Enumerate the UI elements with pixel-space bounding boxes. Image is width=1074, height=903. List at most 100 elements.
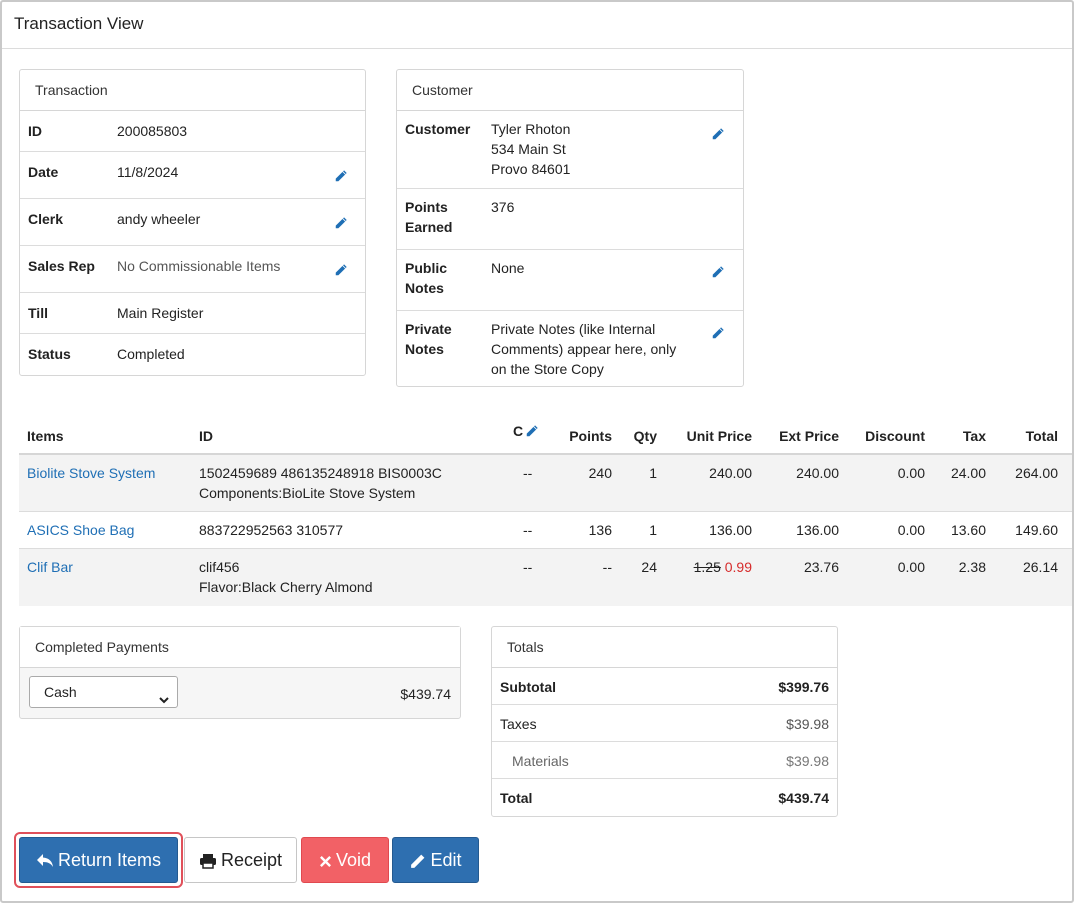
public-notes-value: None <box>491 260 525 276</box>
totals-row-subtotal: Subtotal $399.76 <box>492 668 837 705</box>
item-qty: 24 <box>641 559 657 575</box>
transaction-id-value: 200085803 <box>117 123 188 139</box>
item-points: 240 <box>588 465 612 481</box>
payment-method-value: Cash <box>44 684 77 700</box>
col-tax: Tax <box>962 428 986 444</box>
item-id-line2: Components:BioLite Stove System <box>199 485 416 501</box>
total-value: $439.74 <box>778 790 829 806</box>
customer-name: Tyler Rhoton <box>491 121 571 137</box>
table-row: Clif Bar clif456 Flavor:Black Cherry Alm… <box>19 549 1072 606</box>
totals-panel-heading: Totals <box>492 627 837 668</box>
points-earned-label-line1: Points <box>405 199 448 215</box>
private-notes-label-line2: Notes <box>405 341 444 357</box>
customer-street: 534 Main St <box>491 141 566 157</box>
private-notes-line3: on the Store Copy <box>491 361 604 377</box>
item-ext-price: 240.00 <box>796 465 839 481</box>
transaction-date-value: 11/8/2024 <box>117 164 179 180</box>
edit-commission-pencil-icon[interactable] <box>525 424 539 438</box>
return-items-button[interactable]: Return Items <box>19 837 178 883</box>
customer-row-points: Points Earned 376 <box>397 189 743 250</box>
page-title: Transaction View <box>14 14 144 33</box>
transaction-status-label: Status <box>28 346 71 362</box>
edit-customer-pencil-icon[interactable] <box>711 127 725 141</box>
payment-method-select[interactable]: Cash <box>29 676 178 708</box>
items-table-header: Items ID C Points Qty Unit Price Ext Pri… <box>19 416 1072 455</box>
item-points: 136 <box>588 522 612 538</box>
transaction-id-label: ID <box>28 123 42 139</box>
receipt-button[interactable]: Receipt <box>184 837 297 883</box>
points-earned-value: 376 <box>491 199 515 215</box>
transaction-row-status: Status Completed <box>20 334 365 375</box>
item-name-link[interactable]: Clif Bar <box>27 557 73 577</box>
item-unit-price: 1.25 0.99 <box>694 557 752 577</box>
private-notes-line1: Private Notes (like Internal <box>491 321 656 337</box>
materials-label: Materials <box>512 753 569 769</box>
col-qty: Qty <box>633 428 657 444</box>
void-label: Void <box>335 850 372 870</box>
customer-city-zip: Provo 84601 <box>491 161 571 177</box>
item-tax: 13.60 <box>950 522 986 538</box>
item-ext-price: 23.76 <box>803 559 839 575</box>
customer-row-private-notes: Private Notes Private Notes (like Intern… <box>397 311 743 387</box>
public-notes-label-line1: Public <box>405 260 448 276</box>
payments-panel-heading: Completed Payments <box>20 627 460 668</box>
item-unit-price: 136.00 <box>709 522 752 538</box>
edit-sales-rep-pencil-icon[interactable] <box>334 263 348 277</box>
item-name-link[interactable]: Biolite Stove System <box>27 463 155 483</box>
transaction-clerk-value: andy wheeler <box>117 211 201 227</box>
transaction-till-value: Main Register <box>117 305 204 321</box>
private-notes-label-line1: Private <box>405 321 452 337</box>
item-name-link[interactable]: ASICS Shoe Bag <box>27 520 134 540</box>
item-qty: 1 <box>649 522 657 538</box>
item-unit-price: 240.00 <box>709 465 752 481</box>
return-items-label: Return Items <box>57 850 162 870</box>
transaction-row-sales-rep: Sales Rep No Commissionable Items <box>20 246 365 293</box>
subtotal-value: $399.76 <box>778 679 829 695</box>
item-commission: -- <box>523 522 533 538</box>
item-tax: 2.38 <box>958 559 986 575</box>
edit-private-notes-pencil-icon[interactable] <box>711 326 725 340</box>
customer-panel-heading: Customer <box>397 70 743 111</box>
customer-label: Customer <box>405 121 471 137</box>
edit-clerk-pencil-icon[interactable] <box>334 216 348 230</box>
edit-date-pencil-icon[interactable] <box>334 169 348 183</box>
item-points: -- <box>602 559 612 575</box>
transaction-panel-heading: Transaction <box>20 70 365 111</box>
item-tax: 24.00 <box>950 465 986 481</box>
item-ext-price: 136.00 <box>796 522 839 538</box>
item-discount: 0.00 <box>897 559 925 575</box>
col-total: Total <box>1025 428 1058 444</box>
subtotal-label: Subtotal <box>500 679 556 695</box>
edit-button[interactable]: Edit <box>392 837 479 883</box>
totals-row-total: Total $439.74 <box>492 779 837 816</box>
points-earned-label-line2: Earned <box>405 219 453 235</box>
table-row: Biolite Stove System 1502459689 48613524… <box>19 455 1072 512</box>
item-commission: -- <box>523 465 533 481</box>
transaction-date-label: Date <box>28 164 59 180</box>
void-button[interactable]: Void <box>301 837 389 883</box>
private-notes-line2: Comments) appear here, only <box>491 341 677 357</box>
customer-panel: Customer Customer Tyler Rhoton 534 Main … <box>396 69 744 387</box>
item-commission: -- <box>523 559 533 575</box>
transaction-row-till: Till Main Register <box>20 293 365 334</box>
edit-label: Edit <box>430 850 462 870</box>
chevron-down-icon <box>158 686 170 704</box>
edit-public-notes-pencil-icon[interactable] <box>711 265 725 279</box>
totals-row-taxes: Taxes $39.98 <box>492 705 837 742</box>
transaction-sales-rep-value: No Commissionable Items <box>117 258 281 274</box>
item-sale-price: 0.99 <box>724 559 752 575</box>
payment-amount: $439.74 <box>400 686 451 702</box>
item-id-line1: clif456 <box>199 559 240 575</box>
item-original-price: 1.25 <box>693 559 721 575</box>
total-label: Total <box>500 790 533 806</box>
public-notes-label-line2: Notes <box>405 280 444 296</box>
item-id-line1: 883722952563 310577 <box>199 522 344 538</box>
table-row: ASICS Shoe Bag 883722952563 310577 -- 13… <box>19 512 1072 549</box>
col-id: ID <box>199 428 213 444</box>
col-discount: Discount <box>865 428 925 444</box>
customer-row-public-notes: Public Notes None <box>397 250 743 311</box>
transaction-status-value: Completed <box>117 346 185 362</box>
transaction-clerk-label: Clerk <box>28 211 64 227</box>
transaction-till-label: Till <box>28 305 48 321</box>
item-qty: 1 <box>649 465 657 481</box>
